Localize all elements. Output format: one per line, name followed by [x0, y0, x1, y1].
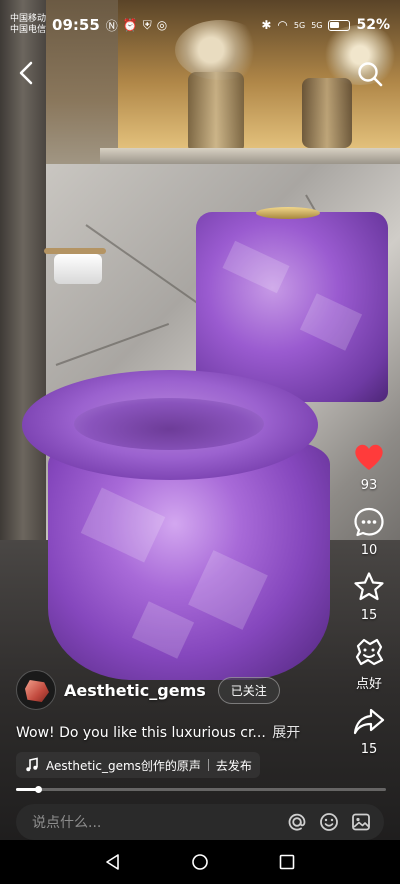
- search-button[interactable]: [356, 60, 384, 88]
- bluetooth-icon: ✱: [261, 18, 272, 32]
- publish-link[interactable]: 去发布: [216, 757, 252, 774]
- star-icon: [354, 572, 384, 601]
- nfc-icon: Ⓝ: [105, 18, 118, 33]
- chevron-left-icon: [19, 61, 33, 85]
- action-rail: 93 10 15 点好 15: [348, 440, 390, 769]
- music-bar[interactable]: Aesthetic_gems创作的原声 去发布: [16, 752, 260, 778]
- share-count: 15: [360, 742, 378, 757]
- caption-text: Wow! Do you like this luxurious cr...: [16, 725, 266, 741]
- system-nav-bar: [0, 840, 400, 884]
- vase: [302, 78, 352, 148]
- comment-placeholder: 说点什么...: [32, 815, 102, 831]
- clock: 09:55: [52, 16, 100, 34]
- comment-icon: [354, 507, 384, 537]
- share-icon: [353, 708, 385, 735]
- favorite-button[interactable]: 15: [352, 570, 386, 623]
- like-count: 93: [360, 478, 378, 493]
- emoji-icon[interactable]: [318, 811, 340, 833]
- search-icon: [358, 62, 383, 87]
- video-frame[interactable]: [0, 0, 400, 840]
- shelf: [100, 148, 400, 164]
- heart-icon: [355, 444, 383, 470]
- author-name[interactable]: Aesthetic_gems: [64, 681, 206, 700]
- author-row: Aesthetic_gems 已关注: [16, 670, 280, 710]
- comment-input[interactable]: 说点什么...: [16, 804, 384, 840]
- comment-button[interactable]: 10: [352, 505, 386, 558]
- shield-icon: ⛨: [142, 17, 152, 32]
- toilet-bowl-inner: [74, 398, 264, 450]
- signal-2-icon: 5G: [311, 20, 323, 30]
- nav-home-icon[interactable]: [191, 853, 209, 871]
- comment-count: 10: [360, 543, 378, 558]
- recommend-button[interactable]: 点好: [352, 635, 386, 692]
- expand-link[interactable]: 展开: [272, 725, 300, 741]
- music-divider: [207, 759, 209, 771]
- share-button[interactable]: 15: [352, 704, 386, 757]
- flush-button: [256, 207, 320, 219]
- back-button[interactable]: [12, 58, 42, 88]
- vase: [188, 72, 244, 150]
- carrier-1: 中国移动: [10, 14, 47, 24]
- image-icon[interactable]: [350, 811, 372, 833]
- recommend-icon: [355, 638, 384, 666]
- battery-percent: 52%: [356, 17, 390, 33]
- carrier-2: 中国电信: [10, 25, 47, 35]
- status-bar: 中国移动 中国电信 09:55 Ⓝ ⏰ ⛨ ◎ ✱ ◠ 5G 5G 52%: [0, 0, 400, 50]
- notification-icons: Ⓝ ⏰ ⛨ ◎: [106, 17, 167, 34]
- follow-button[interactable]: 已关注: [217, 676, 280, 704]
- recommend-label: 点好: [355, 677, 382, 692]
- music-note-icon: [26, 757, 38, 772]
- status-right: ✱ ◠ 5G 5G 52%: [261, 17, 390, 33]
- signal-1-icon: 5G: [293, 20, 306, 30]
- mention-icon[interactable]: [286, 811, 308, 833]
- toilet-paper-roll: [54, 254, 102, 284]
- battery-level: [330, 21, 340, 28]
- app-icon: ◎: [156, 18, 168, 32]
- alarm-icon: ⏰: [122, 18, 138, 32]
- avatar[interactable]: [16, 670, 56, 710]
- like-button[interactable]: 93: [352, 440, 386, 493]
- favorite-count: 15: [360, 608, 378, 623]
- music-title: Aesthetic_gems创作的原声: [46, 758, 201, 773]
- caption[interactable]: Wow! Do you like this luxurious cr... 展开: [16, 722, 316, 742]
- wifi-icon: ◠: [277, 18, 288, 32]
- nav-back-icon[interactable]: [104, 853, 122, 871]
- gem-icon: [25, 680, 49, 702]
- video-progress-bar[interactable]: [16, 786, 386, 793]
- nav-recents-icon[interactable]: [278, 853, 296, 871]
- battery-icon: [328, 19, 351, 31]
- carrier-info: 中国移动 中国电信: [10, 14, 46, 36]
